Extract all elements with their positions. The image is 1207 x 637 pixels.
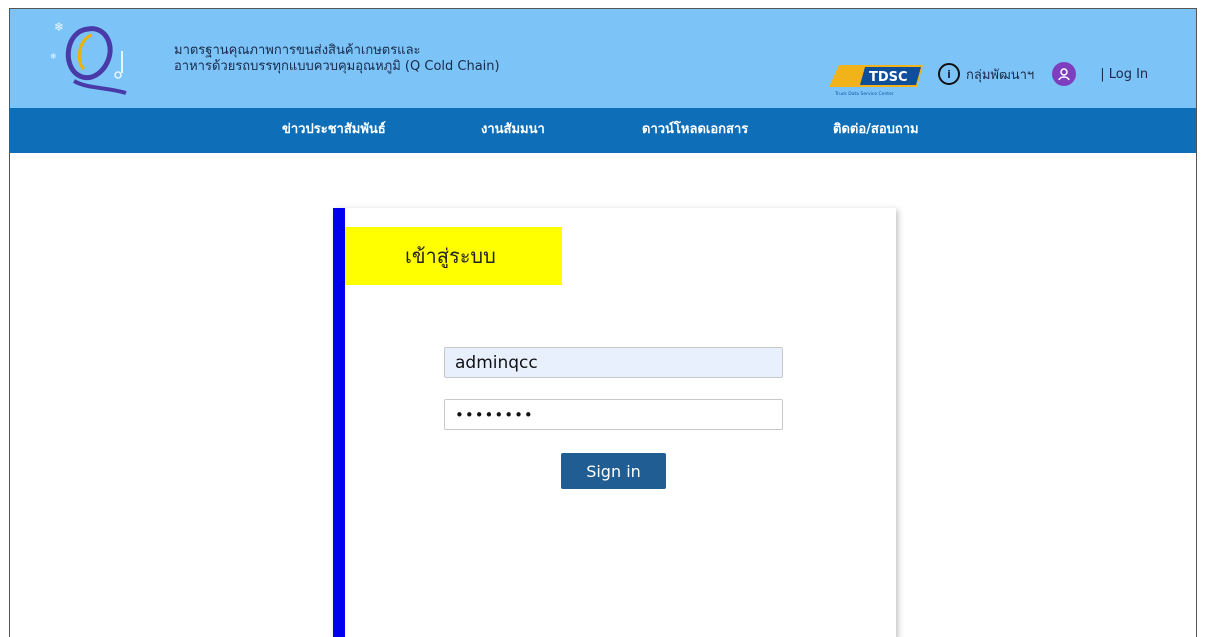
dev-group-link[interactable]: กลุ่มพัฒนาฯ xyxy=(966,64,1034,85)
user-glyph-icon xyxy=(1058,68,1070,81)
user-icon[interactable] xyxy=(1052,62,1077,86)
sign-in-button[interactable]: Sign in xyxy=(561,453,666,489)
nav-item-seminar[interactable]: งานสัมมนา xyxy=(481,108,545,153)
main-nav: ข่าวประชาสัมพันธ์ งานสัมมนา ดาวน์โหลดเอก… xyxy=(10,108,1196,153)
login-title: เข้าสู่ระบบ xyxy=(345,227,562,285)
page-frame: ❄ ❄ มาตรฐานคุณภาพการขนส่งสินค้าเกษตรและ … xyxy=(9,8,1197,637)
login-card: เข้าสู่ระบบ Sign in xyxy=(333,208,896,637)
site-title-line1: มาตรฐานคุณภาพการขนส่งสินค้าเกษตรและ xyxy=(174,43,421,58)
login-card-accent-bar xyxy=(333,208,345,637)
nav-item-downloads[interactable]: ดาวน์โหลดเอกสาร xyxy=(642,108,748,153)
password-field[interactable] xyxy=(444,399,783,430)
tdsc-logo[interactable]: TDSC Truck Data Service Center xyxy=(825,61,925,97)
tdsc-logo-subtext: Truck Data Service Center xyxy=(834,91,894,97)
nav-item-news[interactable]: ข่าวประชาสัมพันธ์ xyxy=(282,108,386,153)
svg-text:❄: ❄ xyxy=(54,20,64,34)
site-title: มาตรฐานคุณภาพการขนส่งสินค้าเกษตรและ อาหา… xyxy=(174,43,500,75)
site-title-line2: อาหารด้วยรถบรรทุกแบบควบคุมอุณหภูมิ (Q Co… xyxy=(174,59,500,74)
q-cold-chain-logo-icon[interactable]: ❄ ❄ xyxy=(48,17,132,97)
svg-text:❄: ❄ xyxy=(50,52,57,61)
tdsc-logo-text: TDSC xyxy=(869,70,908,85)
header-tools: i กลุ่มพัฒนาฯ | Log In xyxy=(938,61,1148,87)
site-header: ❄ ❄ มาตรฐานคุณภาพการขนส่งสินค้าเกษตรและ … xyxy=(10,9,1196,108)
login-link[interactable]: | Log In xyxy=(1100,67,1148,82)
nav-item-contact[interactable]: ติดต่อ/สอบถาม xyxy=(833,108,919,153)
info-icon[interactable]: i xyxy=(938,63,960,85)
username-field[interactable] xyxy=(444,347,783,378)
